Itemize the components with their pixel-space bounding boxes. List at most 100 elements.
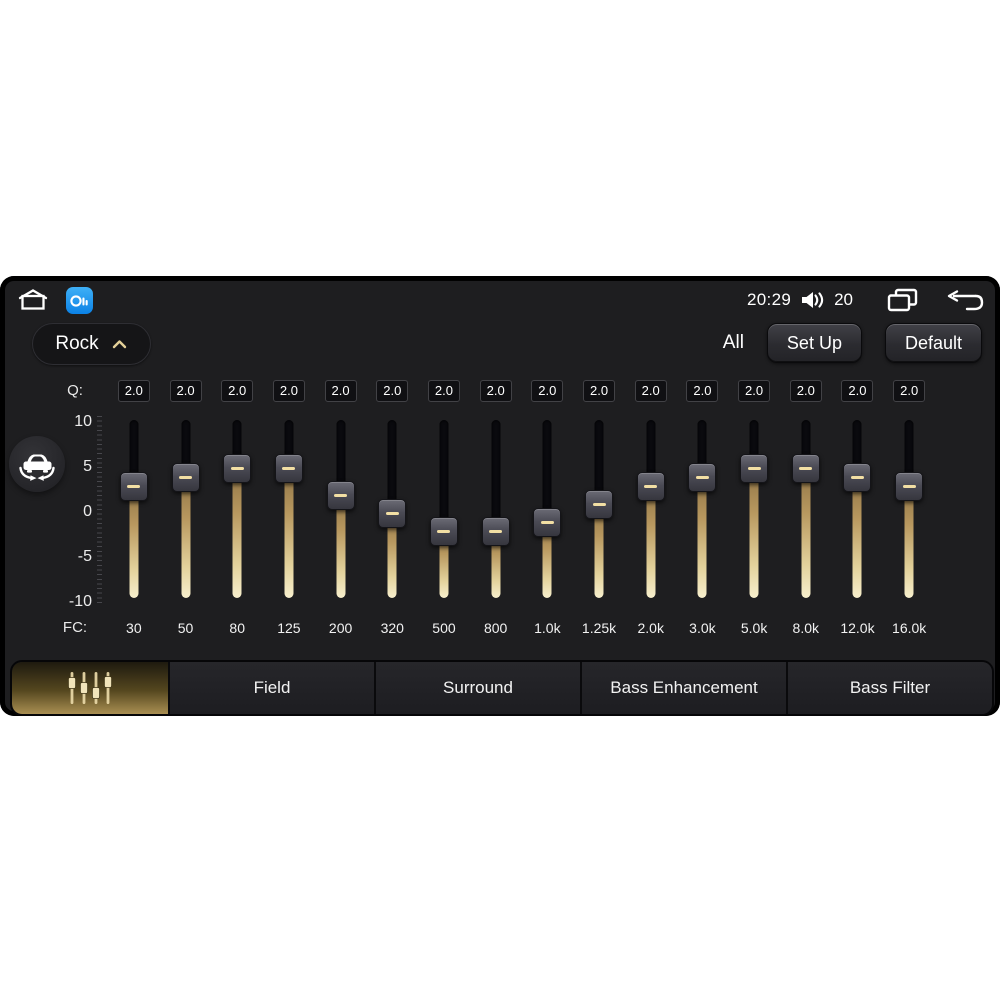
slider-thumb-200[interactable]	[326, 480, 355, 510]
eq-slider-800[interactable]	[470, 415, 522, 605]
preset-label: Rock	[55, 333, 99, 354]
thumb-grip-line	[127, 484, 141, 488]
speaker-icon	[802, 292, 824, 308]
eq-slider-5.0k[interactable]	[728, 415, 780, 605]
slider-thumb-50[interactable]	[171, 462, 200, 492]
q-value-12.0k[interactable]: 2.0	[841, 380, 874, 402]
slider-thumb-80[interactable]	[223, 453, 252, 483]
thumb-grip-line	[902, 484, 916, 488]
slider-fill	[904, 485, 914, 598]
slider-fill	[852, 476, 862, 598]
slider-fill	[284, 467, 294, 598]
thumb-grip-line	[540, 520, 554, 524]
slider-thumb-800[interactable]	[481, 516, 510, 546]
eq-slider-50[interactable]	[160, 415, 212, 605]
volume-button[interactable]	[800, 290, 825, 310]
slider-fill	[801, 467, 811, 598]
thumb-grip-line	[282, 466, 296, 470]
slider-thumb-1.25k[interactable]	[585, 489, 614, 519]
chevron-up-icon	[112, 340, 126, 349]
eq-slider-80[interactable]	[211, 415, 263, 605]
fc-label-16.0k: 16.0k	[892, 620, 927, 636]
slider-thumb-125[interactable]	[274, 453, 303, 483]
slider-thumb-3.0k[interactable]	[688, 462, 717, 492]
eq-slider-16.0k[interactable]	[883, 415, 935, 605]
car-icon	[19, 454, 55, 481]
tab-field[interactable]: Field	[168, 662, 374, 714]
q-value-1.25k[interactable]: 2.0	[583, 380, 616, 402]
slider-fill	[336, 494, 346, 598]
slider-thumb-320[interactable]	[378, 498, 407, 528]
tab-bass-filter[interactable]: Bass Filter	[786, 662, 992, 714]
fc-label-3.0k: 3.0k	[689, 620, 716, 636]
q-value-320[interactable]: 2.0	[376, 380, 409, 402]
thumb-grip-line	[695, 475, 709, 479]
slider-thumb-8.0k[interactable]	[791, 453, 820, 483]
tab-surround[interactable]: Surround	[374, 662, 580, 714]
fc-label-800: 800	[483, 620, 508, 636]
eq-slider-1.0k[interactable]	[522, 415, 574, 605]
volume-level: 20	[834, 290, 853, 309]
slider-thumb-16.0k[interactable]	[895, 471, 924, 501]
q-value-2.0k[interactable]: 2.0	[634, 380, 667, 402]
slider-fill	[129, 485, 139, 598]
eq-slider-2.0k[interactable]	[625, 415, 677, 605]
axis-label--5: -5	[77, 548, 92, 565]
all-channels-toggle[interactable]: All	[723, 332, 744, 354]
eq-slider-320[interactable]	[366, 415, 418, 605]
q-value-30[interactable]: 2.0	[117, 380, 150, 402]
q-value-80[interactable]: 2.0	[221, 380, 254, 402]
slider-fill	[749, 467, 759, 598]
q-value-500[interactable]: 2.0	[427, 380, 460, 402]
status-bar: 20:29 20	[0, 283, 1000, 317]
fc-label-2.0k: 2.0k	[637, 620, 664, 636]
eq-slider-125[interactable]	[263, 415, 315, 605]
home-button[interactable]	[16, 287, 50, 313]
tab-equalizer[interactable]	[12, 662, 168, 714]
setup-button[interactable]: Set Up	[766, 323, 862, 363]
q-row-label: Q:	[67, 382, 83, 399]
eq-slider-12.0k[interactable]	[832, 415, 884, 605]
q-value-125[interactable]: 2.0	[272, 380, 305, 402]
eq-app-button[interactable]	[66, 286, 93, 314]
slider-thumb-1.0k[interactable]	[533, 507, 562, 537]
thumb-grip-line	[334, 493, 348, 497]
slider-thumb-12.0k[interactable]	[843, 462, 872, 492]
q-value-200[interactable]: 2.0	[324, 380, 357, 402]
eq-slider-200[interactable]	[315, 415, 367, 605]
fc-label-8.0k: 8.0k	[792, 620, 820, 636]
eq-slider-500[interactable]	[418, 415, 470, 605]
thumb-grip-line	[385, 511, 399, 515]
q-value-800[interactable]: 2.0	[479, 380, 512, 402]
default-button[interactable]: Default	[884, 323, 982, 363]
slider-thumb-500[interactable]	[429, 516, 458, 546]
fc-label-1.25k: 1.25k	[581, 620, 617, 636]
equalizer-sliders-icon	[67, 672, 113, 704]
thumb-grip-line	[592, 502, 606, 506]
q-value-8.0k[interactable]: 2.0	[789, 380, 822, 402]
eq-slider-8.0k[interactable]	[780, 415, 832, 605]
clock: 20:29	[747, 290, 792, 309]
q-values-row: 2.0 2.0 2.0 2.0 2.0 2.0 2.0 2.0 2.0 2.0 2.0 2.0 2.0 2…	[108, 380, 935, 402]
q-value-16.0k[interactable]: 2.0	[893, 380, 926, 402]
back-button[interactable]	[942, 289, 984, 312]
axis-label--10: -10	[68, 593, 92, 610]
eq-slider-30[interactable]	[108, 415, 160, 605]
car-sound-field-button[interactable]	[9, 436, 65, 492]
q-value-3.0k[interactable]: 2.0	[686, 380, 719, 402]
eq-slider-1.25k[interactable]	[573, 415, 625, 605]
slider-thumb-30[interactable]	[119, 471, 148, 501]
fc-label-80: 80	[229, 620, 245, 636]
slider-thumb-2.0k[interactable]	[636, 471, 665, 501]
tab-bass-enhancement[interactable]: Bass Enhancement	[580, 662, 786, 714]
q-value-50[interactable]: 2.0	[169, 380, 202, 402]
eq-slider-3.0k[interactable]	[677, 415, 729, 605]
q-value-5.0k[interactable]: 2.0	[738, 380, 771, 402]
home-icon	[18, 289, 48, 310]
recent-apps-button[interactable]	[886, 287, 919, 313]
slider-thumb-5.0k[interactable]	[740, 453, 769, 483]
preset-dropdown[interactable]: Rock	[32, 323, 151, 365]
fc-label-12.0k: 12.0k	[840, 620, 875, 636]
q-value-1.0k[interactable]: 2.0	[531, 380, 564, 402]
eq-app-icon	[66, 286, 93, 314]
